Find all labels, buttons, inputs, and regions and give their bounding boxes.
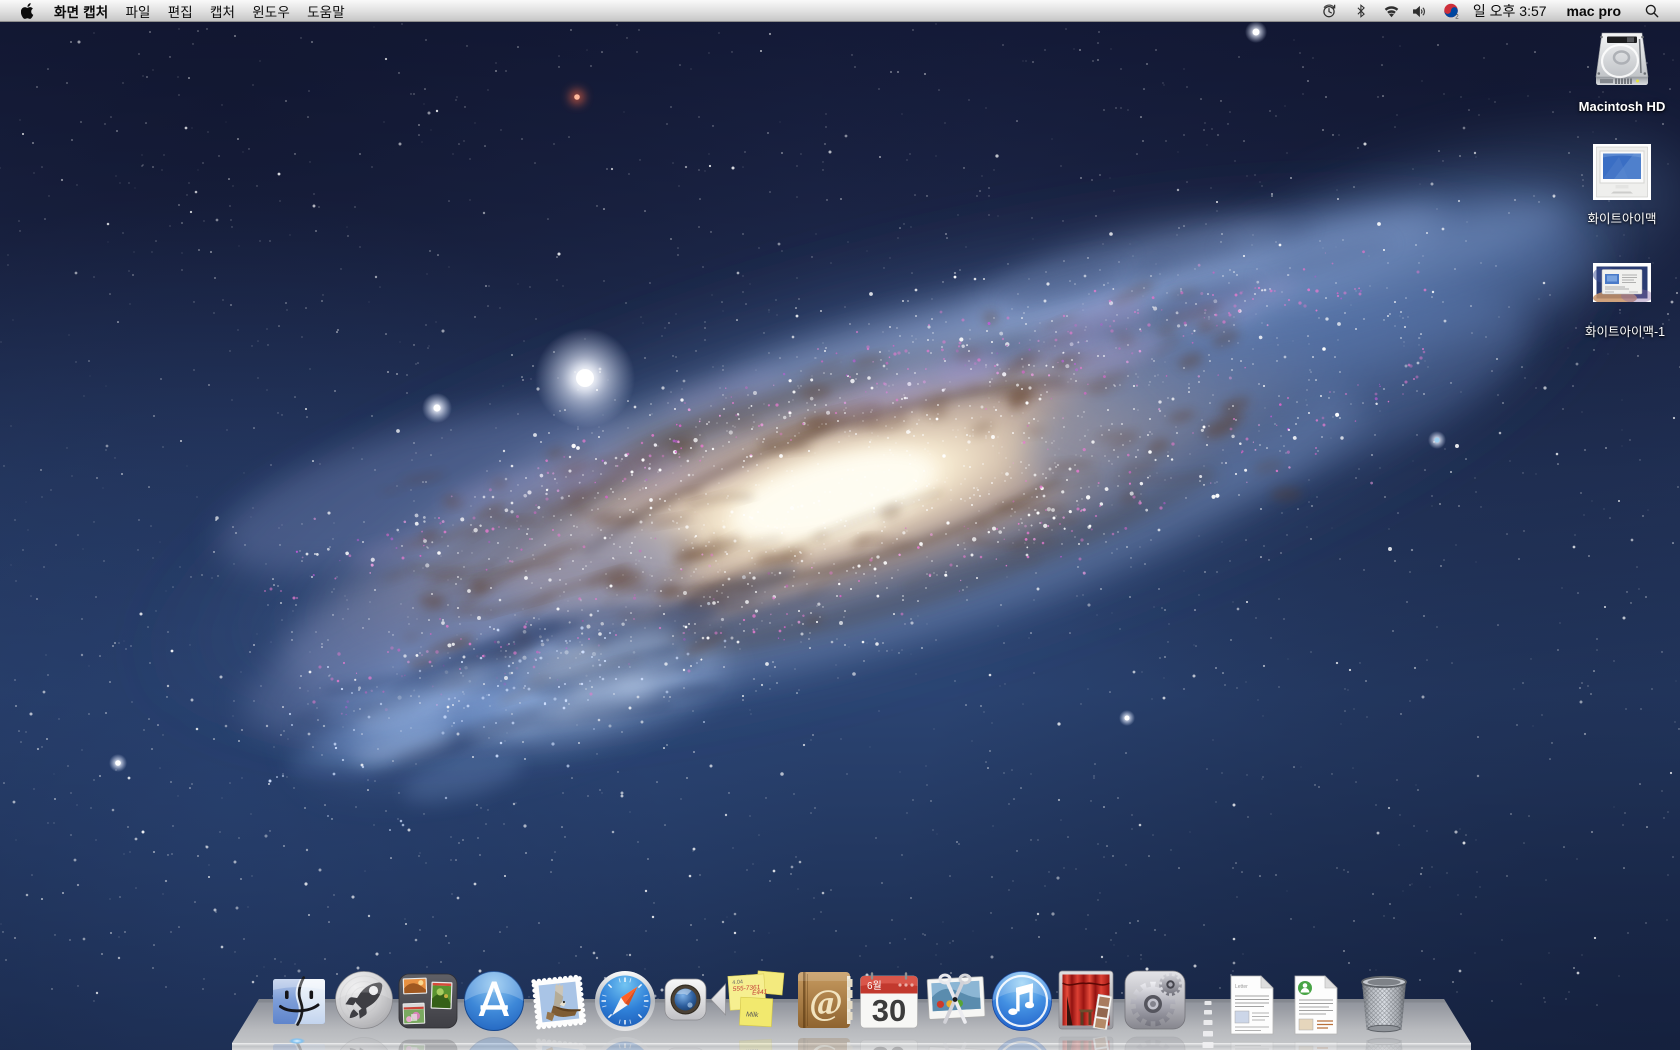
svg-text:30: 30 bbox=[872, 993, 906, 1028]
svg-text:@: @ bbox=[809, 982, 843, 1022]
svg-text:Milk: Milk bbox=[746, 1011, 759, 1019]
svg-text:Letter: Letter bbox=[1235, 984, 1248, 990]
svg-text:6월: 6월 bbox=[867, 980, 882, 992]
svg-text:E441: E441 bbox=[752, 989, 768, 997]
svg-text:@: @ bbox=[809, 1044, 843, 1050]
svg-text:2: 2 bbox=[1455, 14, 1459, 19]
svg-text:30: 30 bbox=[872, 1040, 906, 1050]
